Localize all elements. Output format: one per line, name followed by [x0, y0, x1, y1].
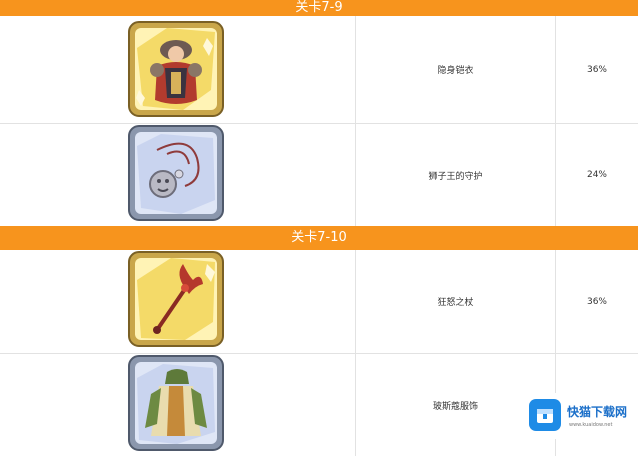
section-header-7-10: 关卡7-10 — [0, 226, 638, 250]
item-image-cell — [0, 124, 356, 226]
watermark-url: www.kuaidow.net — [569, 422, 613, 428]
section-title: 关卡7-10 — [291, 230, 347, 245]
staff-icon — [127, 250, 225, 348]
download-box-icon — [529, 399, 561, 431]
robe-icon — [127, 354, 225, 452]
table-row: 狂怒之杖 36% — [0, 250, 638, 353]
armor-icon — [127, 20, 225, 118]
item-name: 玻斯蔻服饰 — [356, 354, 556, 456]
watermark-title: 快猫下载网 — [567, 405, 628, 419]
table-row: 隐身铠衣 36% — [0, 16, 638, 123]
item-name: 狂怒之杖 — [356, 250, 556, 353]
item-name: 狮子王的守护 — [356, 124, 556, 226]
lion-amulet-icon — [127, 124, 225, 222]
item-image-cell — [0, 16, 356, 123]
item-image-cell — [0, 250, 356, 353]
table-row: 狮子王的守护 24% — [0, 124, 638, 226]
section-header-7-9: 关卡7-9 — [0, 0, 638, 16]
section-title: 关卡7-9 — [295, 0, 343, 15]
item-name: 隐身铠衣 — [356, 16, 556, 123]
drop-rate: 24% — [586, 170, 607, 180]
drop-rate: 36% — [586, 64, 607, 75]
drop-rate: 36% — [586, 296, 607, 307]
item-image-cell — [0, 354, 356, 456]
site-watermark: 快猫下载网 www.kuaidow.net — [527, 393, 637, 439]
